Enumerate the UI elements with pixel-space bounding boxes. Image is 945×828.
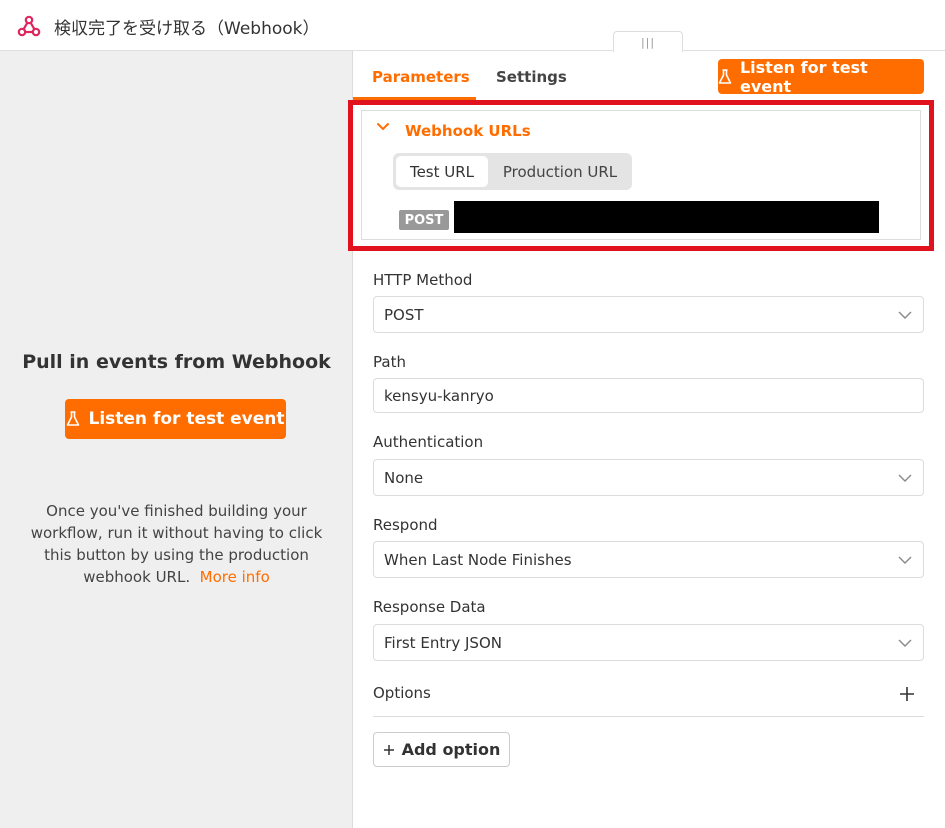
respond-value: When Last Node Finishes — [384, 550, 572, 569]
flask-icon — [718, 68, 732, 84]
add-option-label: Add option — [401, 740, 501, 759]
options-label: Options — [373, 684, 431, 702]
listen-test-event-label-top: Listen for test event — [739, 57, 868, 96]
http-method-select[interactable]: POST — [373, 296, 924, 333]
listen-test-event-button-top[interactable]: Listen for test event — [718, 57, 924, 96]
authentication-value: None — [384, 468, 424, 487]
chevron-down-icon — [898, 311, 912, 319]
tab-settings[interactable]: Settings — [496, 68, 567, 86]
panel-drag-handle[interactable]: ||| — [613, 31, 683, 52]
path-value: kensyu-kanryo — [384, 386, 494, 405]
path-label: Path — [373, 353, 406, 371]
window-title: 検収完了を受け取る（Webhook） — [54, 19, 320, 39]
chevron-down-icon — [898, 556, 912, 564]
highlight-box — [348, 100, 934, 251]
left-heading: Pull in events from Webhook — [22, 351, 331, 373]
listen-test-event-button-left[interactable]: Listen for test event — [65, 399, 286, 439]
respond-label: Respond — [373, 516, 438, 534]
listen-test-event-label-left: Listen for test event — [88, 409, 285, 429]
add-option-button[interactable]: Add option — [373, 732, 510, 767]
respond-select[interactable]: When Last Node Finishes — [373, 541, 924, 578]
chevron-down-icon — [898, 639, 912, 647]
authentication-label: Authentication — [373, 433, 484, 451]
left-panel: Pull in events from Webhook Listen for t… — [0, 51, 353, 828]
http-method-label: HTTP Method — [373, 271, 473, 289]
response-data-select[interactable]: First Entry JSON — [373, 624, 924, 661]
tab-bar: Parameters Settings Listen for test even… — [353, 51, 945, 100]
path-input[interactable]: kensyu-kanryo — [373, 378, 924, 413]
webhook-icon — [17, 15, 41, 37]
plus-icon[interactable] — [898, 685, 916, 703]
response-data-label: Response Data — [373, 598, 486, 616]
options-divider — [373, 716, 924, 717]
chevron-down-icon — [898, 474, 912, 482]
title-bar: 検収完了を受け取る（Webhook） — [0, 0, 945, 51]
left-description-text: Once you've finished building your workf… — [30, 502, 323, 586]
left-description: Once you've finished building your workf… — [20, 500, 333, 588]
plus-icon — [383, 744, 394, 755]
http-method-value: POST — [384, 305, 424, 324]
response-data-value: First Entry JSON — [384, 633, 502, 652]
more-info-link[interactable]: More info — [200, 568, 270, 586]
tab-parameters[interactable]: Parameters — [372, 68, 470, 86]
authentication-select[interactable]: None — [373, 459, 924, 496]
flask-icon — [67, 411, 80, 426]
